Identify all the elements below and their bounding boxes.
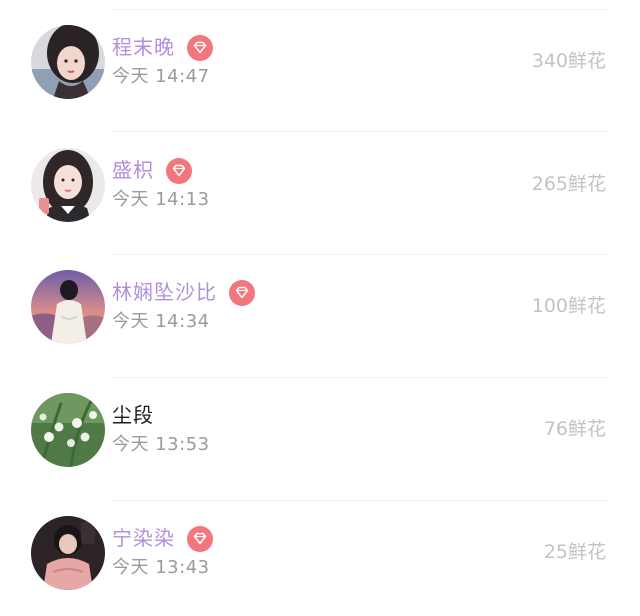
avatar[interactable] [31, 25, 105, 99]
list-item[interactable]: 尘段 今天 13:53 76鲜花 [0, 393, 640, 493]
flower-count: 265鲜花 [531, 173, 606, 195]
divider [110, 131, 610, 132]
divider [110, 254, 610, 255]
flower-count: 25鲜花 [543, 541, 606, 563]
avatar[interactable] [31, 393, 105, 467]
diamond-icon [187, 526, 213, 552]
name-line: 尘段 [112, 401, 154, 429]
list-item[interactable]: 程末晚 今天 14:47 340鲜花 [0, 25, 640, 125]
user-name[interactable]: 程末晚 [112, 33, 175, 61]
name-line: 宁染染 [112, 524, 213, 552]
name-line: 林娴坠沙比 [112, 278, 255, 306]
diamond-icon [187, 35, 213, 61]
flower-count: 76鲜花 [543, 418, 606, 440]
avatar-flowers-icon [31, 393, 105, 467]
avatar-photo-icon [31, 148, 105, 222]
name-line: 盛枳 [112, 156, 192, 184]
timestamp: 今天 13:53 [112, 434, 210, 455]
divider [110, 9, 610, 10]
timestamp: 今天 14:47 [112, 66, 210, 87]
user-name[interactable]: 尘段 [112, 401, 154, 429]
timestamp: 今天 14:13 [112, 189, 210, 210]
user-name[interactable]: 林娴坠沙比 [112, 278, 217, 306]
divider [110, 500, 610, 501]
diamond-icon [166, 158, 192, 184]
name-line: 程末晚 [112, 33, 213, 61]
avatar[interactable] [31, 148, 105, 222]
avatar[interactable] [31, 516, 105, 590]
avatar-photo-icon [31, 25, 105, 99]
diamond-icon [229, 280, 255, 306]
avatar-illustration-icon [31, 516, 105, 590]
timestamp: 今天 14:34 [112, 311, 210, 332]
flower-count: 100鲜花 [531, 295, 606, 317]
avatar-illustration-icon [31, 270, 105, 344]
user-name[interactable]: 宁染染 [112, 524, 175, 552]
divider [110, 377, 610, 378]
list-item[interactable]: 宁染染 今天 13:43 25鲜花 [0, 516, 640, 616]
user-name[interactable]: 盛枳 [112, 156, 154, 184]
avatar[interactable] [31, 270, 105, 344]
timestamp: 今天 13:43 [112, 557, 210, 578]
list-item[interactable]: 盛枳 今天 14:13 265鲜花 [0, 148, 640, 248]
flower-count: 340鲜花 [531, 50, 606, 72]
flower-ranking-list: 程末晚 今天 14:47 340鲜花 盛枳 今天 14:13 265鲜花 林娴坠… [0, 0, 640, 604]
list-item[interactable]: 林娴坠沙比 今天 14:34 100鲜花 [0, 270, 640, 370]
